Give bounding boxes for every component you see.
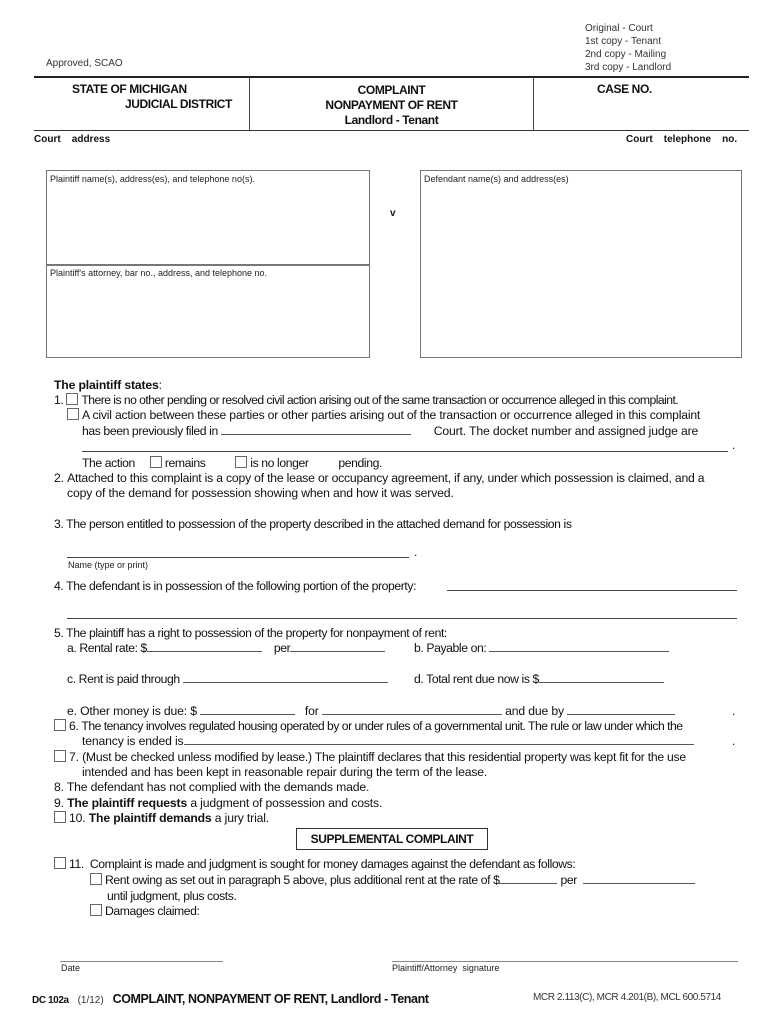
docket-judge-field[interactable] (82, 451, 728, 452)
other-money-field[interactable] (200, 704, 296, 715)
paragraph-7-line2: intended and has been kept in reasonable… (82, 765, 488, 779)
paragraph-4: 4. The defendant is in possession of the… (54, 579, 417, 593)
p10-jury-trial-checkbox[interactable] (54, 811, 66, 823)
p5c-line: c. Rent is paid through (67, 672, 388, 686)
form-title: COMPLAINT NONPAYMENT OF RENT Landlord - … (250, 83, 533, 128)
approved-scao: Approved, SCAO (46, 58, 123, 69)
date-field[interactable] (60, 961, 223, 962)
header-bottom-rule (34, 130, 749, 131)
p5d-line: d. Total rent due now is $ (414, 672, 664, 686)
rental-per-field[interactable] (290, 641, 386, 652)
footer-title: COMPLAINT, NONPAYMENT OF RENT, Landlord … (112, 992, 429, 1006)
signature-field[interactable] (392, 961, 738, 962)
rental-rate-field[interactable] (146, 641, 262, 652)
additional-rent-per-field[interactable] (582, 873, 695, 884)
p1-no-other-action-checkbox[interactable] (66, 393, 79, 405)
footer-form-info: DC 102a (1/12) COMPLAINT, NONPAYMENT OF … (32, 990, 429, 1008)
paragraph-2-line2: copy of the demand for possession showin… (67, 486, 454, 500)
name-period: . (414, 545, 418, 559)
total-rent-due-field[interactable] (538, 672, 664, 683)
other-money-for-field[interactable] (321, 704, 502, 715)
form-title-line-1: COMPLAINT (357, 83, 426, 97)
paragraph-6: 6. The tenancy involves regulated housin… (54, 719, 683, 733)
plaintiff-label: Plaintiff name(s), address(es), and tele… (50, 174, 255, 184)
date-label: Date (61, 963, 81, 973)
plaintiff-states-heading: The plaintiff states: (54, 378, 162, 392)
supplemental-complaint-heading: SUPPLEMENTAL COMPLAINT (296, 828, 488, 850)
additional-rent-rate-field[interactable] (499, 873, 558, 884)
header-divider-2 (533, 77, 534, 130)
paragraph-2: 2. Attached to this complaint is a copy … (54, 471, 705, 485)
paragraph-5: 5. The plaintiff has a right to possessi… (54, 626, 447, 640)
court-address-field[interactable]: Court address (34, 134, 110, 145)
copy-2nd: 2nd copy - Mailing (585, 49, 667, 60)
rent-owing-checkbox[interactable] (90, 873, 102, 885)
p1-prior-action-checkbox[interactable] (67, 408, 79, 420)
action-no-longer-checkbox[interactable] (235, 456, 248, 468)
court-telephone-field[interactable]: Court telephone no. (626, 134, 737, 145)
payable-on-field[interactable] (489, 641, 670, 652)
form-title-line-2: NONPAYMENT OF RENT (325, 98, 458, 112)
p5e-line: e. Other money is due: $ for and due by (67, 704, 676, 718)
name-type-or-print-label: Name (type or print) (68, 560, 149, 570)
p6-regulated-housing-checkbox[interactable] (54, 719, 66, 731)
paragraph-1b: A civil action between these parties or … (67, 408, 700, 422)
property-portion-field[interactable] (447, 590, 737, 591)
copy-1st: 1st copy - Tenant (585, 36, 661, 47)
action-remains-checkbox[interactable] (149, 456, 162, 468)
rule-or-law-field[interactable] (183, 734, 694, 745)
action-status-line: The action remains is no longer pending. (82, 456, 382, 470)
paragraph-9: 9. The plaintiff requests a judgment of … (54, 796, 383, 810)
paragraph-8: 8. The defendant has not complied with t… (54, 780, 370, 794)
paragraph-1a: 1. There is no other pending or resolved… (54, 393, 679, 407)
paragraph-10: 10. The plaintiff demands a jury trial. (54, 811, 269, 825)
defendant-label: Defendant name(s) and address(es) (424, 174, 569, 184)
attorney-box[interactable]: Plaintiff's attorney, bar no., address, … (46, 264, 370, 358)
attorney-label: Plaintiff's attorney, bar no., address, … (50, 268, 268, 278)
defendant-box[interactable]: Defendant name(s) and address(es) (420, 170, 742, 358)
damages-claimed-checkbox[interactable] (90, 904, 102, 916)
paragraph-1b-line2: has been previously filed in Court. The … (82, 424, 699, 438)
p5e-period: . (732, 704, 736, 718)
p11-rent-owing-line: Rent owing as set out in paragraph 5 abo… (90, 873, 695, 887)
copy-original: Original - Court (585, 23, 653, 34)
possession-name-field[interactable] (67, 557, 409, 558)
p6-period: . (732, 734, 736, 748)
p5a-line: a. Rental rate: $ per (67, 641, 386, 655)
paragraph-6-line2: tenancy is ended is (82, 734, 694, 748)
prior-court-field[interactable] (221, 424, 412, 435)
property-portion-field-2[interactable] (67, 618, 737, 619)
signature-label: Plaintiff/Attorney signature (392, 963, 500, 973)
judicial-district[interactable]: JUDICIAL DISTRICT (125, 97, 232, 111)
p11-rent-owing-line2: until judgment, plus costs. (107, 889, 237, 903)
rent-paid-through-field[interactable] (182, 672, 388, 683)
versus-label: v (390, 208, 396, 219)
form-revision: (1/12) (77, 995, 104, 1006)
copy-distribution: Original - Court 1st copy - Tenant 2nd c… (585, 22, 671, 74)
state-of-michigan: STATE OF MICHIGAN (72, 82, 187, 96)
paragraph-3: 3. The person entitled to possession of … (54, 517, 572, 531)
other-money-due-by-field[interactable] (567, 704, 676, 715)
case-no-field[interactable]: CASE NO. (597, 82, 652, 96)
form-title-line-3: Landlord - Tenant (344, 113, 439, 127)
plaintiff-box[interactable]: Plaintiff name(s), address(es), and tele… (46, 170, 370, 266)
footer-citations: MCR 2.113(C), MCR 4.201(B), MCL 600.5714 (533, 992, 721, 1003)
p11-damages-line: Damages claimed: (90, 904, 200, 918)
p7-fit-for-use-checkbox[interactable] (54, 750, 66, 762)
form-id: DC 102a (32, 995, 69, 1006)
paragraph-11: 11. Complaint is made and judgment is so… (54, 857, 576, 871)
paragraph-7: 7. (Must be checked unless modified by l… (54, 750, 686, 764)
p11-money-damages-checkbox[interactable] (54, 857, 66, 869)
copy-3rd: 3rd copy - Landlord (585, 62, 672, 73)
docket-period: . (732, 438, 736, 452)
header-top-rule (34, 76, 749, 78)
p5b-line: b. Payable on: (414, 641, 670, 655)
